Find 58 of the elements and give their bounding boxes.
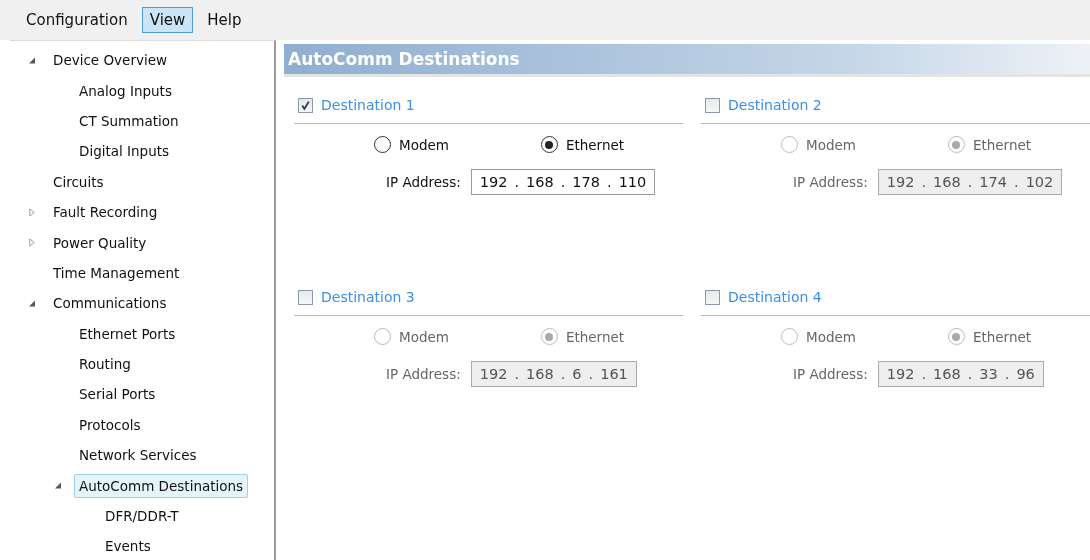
tree-item[interactable]: Device Overview <box>48 48 173 73</box>
tree-item[interactable]: Serial Ports <box>74 382 161 407</box>
destination-label: Destination 4 <box>728 289 822 305</box>
tree-item[interactable]: Network Services <box>74 443 202 468</box>
ip-address-label: IP Address: <box>793 174 868 190</box>
ip-address-field[interactable]: 192 . 168 . 174 . 102 <box>877 169 1063 195</box>
destination-label: Destination 2 <box>728 97 822 113</box>
panel-title: AutoComm Destinations <box>284 44 1090 77</box>
ip-address-label: IP Address: <box>386 366 461 382</box>
tree-item[interactable]: Protocols <box>74 412 146 437</box>
radio-button[interactable] <box>781 136 798 153</box>
radio-label: Modem <box>399 328 449 345</box>
radio-label: Modem <box>806 136 856 153</box>
tree-item[interactable]: Circuits <box>48 169 109 194</box>
checkbox[interactable] <box>705 289 720 305</box>
tree-item[interactable]: Power Quality <box>48 230 152 255</box>
radio-label: Ethernet <box>972 328 1032 345</box>
collapse-triangle-icon[interactable] <box>28 298 36 308</box>
radio-button[interactable] <box>947 328 965 345</box>
radio-button[interactable] <box>374 328 391 345</box>
expand-triangle-icon[interactable] <box>28 207 36 217</box>
tree-item[interactable]: Events <box>100 534 156 559</box>
menu-item[interactable]: Help <box>199 7 250 33</box>
radio-button[interactable] <box>781 328 798 345</box>
checkbox[interactable] <box>298 97 313 113</box>
radio-button[interactable] <box>374 136 391 153</box>
tree-item[interactable]: Time Management <box>48 260 185 285</box>
expand-triangle-icon[interactable] <box>28 238 36 248</box>
tree-item[interactable]: Communications <box>48 291 172 316</box>
tree-item[interactable]: Routing <box>74 352 136 377</box>
radio-label: Ethernet <box>972 136 1032 153</box>
tree-item[interactable]: DFR/DDR-T <box>100 504 184 529</box>
checkbox[interactable] <box>298 289 313 305</box>
destination-label: Destination 3 <box>321 289 415 305</box>
ip-address-field[interactable]: 192 . 168 . 33 . 96 <box>877 361 1044 387</box>
menu-item[interactable]: Configuration <box>18 7 136 33</box>
collapse-triangle-icon[interactable] <box>28 55 36 65</box>
radio-button[interactable] <box>947 136 965 153</box>
destination-label: Destination 1 <box>321 97 415 113</box>
collapse-triangle-icon[interactable] <box>54 481 62 491</box>
ip-address-label: IP Address: <box>386 174 461 190</box>
tree-item[interactable]: CT Summation <box>74 108 184 133</box>
checkbox[interactable] <box>705 97 720 113</box>
radio-button[interactable] <box>540 328 558 345</box>
radio-button[interactable] <box>540 136 558 153</box>
tree-item[interactable]: AutoComm Destinations <box>74 473 249 498</box>
ip-address-field[interactable]: 192 . 168 . 178 . 110 <box>470 169 656 195</box>
ip-address-field[interactable]: 192 . 168 . 6 . 161 <box>470 361 637 387</box>
radio-label: Modem <box>399 136 449 153</box>
menu-item[interactable]: View <box>141 7 194 33</box>
tree-item[interactable]: Ethernet Ports <box>74 321 181 346</box>
tree-item[interactable]: Digital Inputs <box>74 139 175 164</box>
tree-item[interactable]: Analog Inputs <box>74 78 177 103</box>
radio-label: Ethernet <box>565 328 625 345</box>
radio-label: Modem <box>806 328 856 345</box>
ip-address-label: IP Address: <box>793 366 868 382</box>
tree-item[interactable]: Fault Recording <box>48 200 163 225</box>
radio-label: Ethernet <box>565 136 625 153</box>
